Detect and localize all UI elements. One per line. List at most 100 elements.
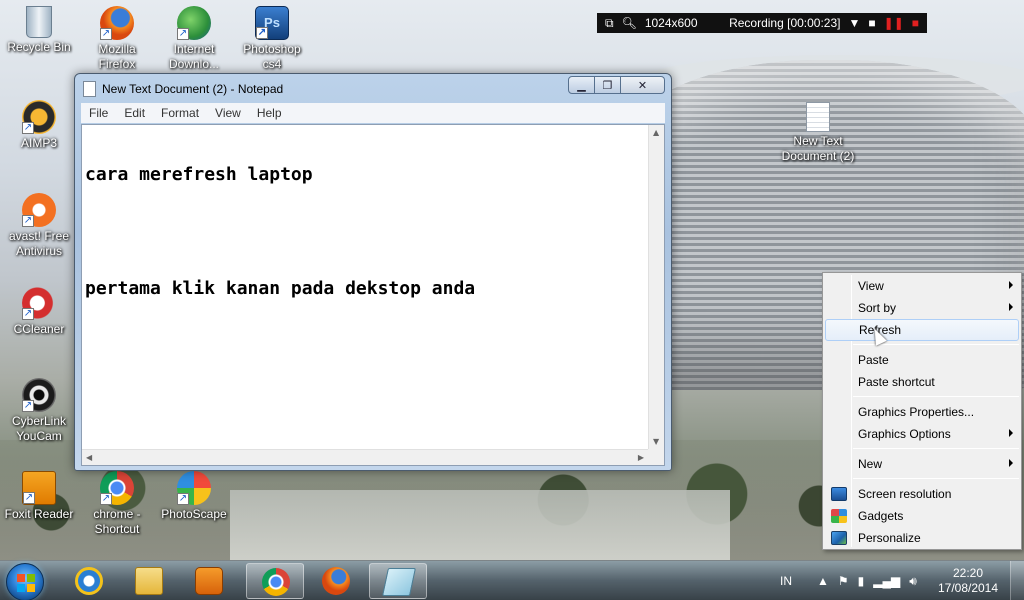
menu-format[interactable]: Format	[153, 106, 207, 120]
notepad-title: New Text Document (2) - Notepad	[102, 82, 284, 96]
menu-edit[interactable]: Edit	[116, 106, 153, 120]
close-button[interactable]: ✕	[621, 76, 665, 94]
recorder-resolution: 1024x600	[644, 16, 698, 30]
menu-item-screen-resolution[interactable]: Screen resolution	[825, 483, 1019, 505]
desktop-icon-internet-download[interactable]: ↗ Internet Downlo...	[156, 6, 232, 72]
internet-explorer-icon	[75, 567, 103, 595]
scroll-down-arrow-icon[interactable]: ▼	[653, 437, 659, 446]
text-line	[85, 222, 645, 241]
recorder-region-icon[interactable]: ⧉	[605, 16, 614, 31]
foxit-reader-icon: ↗	[22, 471, 56, 505]
menu-item-sort-by[interactable]: Sort by	[825, 297, 1019, 319]
menu-separator	[853, 478, 1019, 479]
media-player-icon	[195, 567, 223, 595]
internet-download-manager-icon: ↗	[177, 6, 211, 40]
recorder-stop-icon[interactable]: ■	[912, 16, 919, 30]
desktop-icon-aimp3[interactable]: ↗ AIMP3	[1, 100, 77, 151]
menu-item-personalize[interactable]: Personalize	[825, 527, 1019, 549]
menu-item-graphics-properties[interactable]: Graphics Properties...	[825, 401, 1019, 423]
system-tray: IN ▲ ⚑ ▮ ▂▄▆ 🔊︎	[780, 561, 917, 600]
notepad-icon	[382, 568, 416, 596]
vertical-scrollbar[interactable]: ▲ ▼	[648, 125, 664, 449]
recycle-bin-icon	[26, 6, 52, 38]
horizontal-scrollbar[interactable]: ◀ ▶	[82, 449, 648, 465]
desktop-icon-photoshop[interactable]: Ps ↗ Photoshop cs4	[234, 6, 310, 72]
firefox-icon	[322, 567, 350, 595]
taskbar-media-player[interactable]	[180, 563, 238, 599]
firefox-icon: ↗	[100, 6, 134, 40]
menu-item-new[interactable]: New	[825, 453, 1019, 475]
minimize-button[interactable]: ▁	[568, 76, 595, 94]
taskbar-firefox[interactable]	[307, 563, 365, 599]
clock-time: 22:20	[952, 566, 984, 580]
show-desktop-button[interactable]	[1010, 561, 1024, 600]
network-icon[interactable]: ▂▄▆	[873, 574, 900, 588]
notepad-window[interactable]: New Text Document (2) - Notepad ▁ ❐ ✕ Fi…	[74, 73, 672, 471]
maximize-button[interactable]: ❐	[595, 76, 621, 94]
clock-date: 17/08/2014	[937, 581, 999, 595]
taskbar-clock[interactable]: 22:20 17/08/2014	[932, 566, 1004, 596]
avast-icon: ↗	[22, 193, 56, 227]
desktop-icon-firefox[interactable]: ↗ Mozilla Firefox	[79, 6, 155, 72]
text-line: cara merefresh laptop	[85, 164, 313, 185]
recorder-zoom-icon[interactable]: 🔍︎	[622, 16, 637, 30]
desktop-icon-photoscape[interactable]: ↗ PhotoScape	[156, 471, 232, 522]
menu-help[interactable]: Help	[249, 106, 290, 120]
menu-item-graphics-options[interactable]: Graphics Options	[825, 423, 1019, 445]
scroll-up-arrow-icon[interactable]: ▲	[653, 128, 659, 137]
taskbar: IN ▲ ⚑ ▮ ▂▄▆ 🔊︎ 22:20 17/08/2014	[0, 560, 1024, 600]
menu-item-paste-shortcut[interactable]: Paste shortcut	[825, 371, 1019, 393]
desktop-icon-chrome-shortcut[interactable]: ↗ chrome - Shortcut	[79, 471, 155, 537]
ccleaner-icon: ↗	[22, 286, 56, 320]
aimp-icon: ↗	[22, 100, 56, 134]
menu-separator	[853, 448, 1019, 449]
wallpaper-plaza	[230, 490, 730, 560]
windows-logo-icon	[17, 574, 35, 592]
desktop-icon-cyberlink-youcam[interactable]: ↗ CyberLink YouCam	[1, 378, 77, 444]
text-line: pertama klik kanan pada dekstop anda	[85, 278, 476, 299]
volume-icon[interactable]: 🔊︎	[909, 574, 917, 589]
notepad-content[interactable]: cara merefresh laptop pertama klik kanan…	[85, 127, 645, 336]
recorder-camera-icon[interactable]: ■	[868, 16, 875, 30]
submenu-arrow-icon	[1009, 429, 1013, 437]
menu-item-view[interactable]: View	[825, 275, 1019, 297]
menu-file[interactable]: File	[81, 106, 116, 120]
chrome-icon: ↗	[100, 471, 134, 505]
desktop-icon-foxit-reader[interactable]: ↗ Foxit Reader	[1, 471, 77, 522]
youcam-icon: ↗	[22, 378, 56, 412]
taskbar-notepad[interactable]	[369, 563, 427, 599]
taskbar-explorer[interactable]	[120, 563, 178, 599]
menu-item-refresh[interactable]: Refresh	[825, 319, 1019, 341]
text-document-icon	[806, 102, 830, 132]
desktop-icon-new-text-document[interactable]: New Text Document (2)	[780, 102, 856, 164]
desktop-icon-recycle-bin[interactable]: Recycle Bin	[1, 6, 77, 55]
start-button[interactable]	[6, 563, 44, 600]
screen-resolution-icon	[831, 487, 847, 501]
taskbar-chrome[interactable]	[246, 563, 304, 599]
notepad-menubar: File Edit Format View Help	[81, 103, 665, 123]
action-center-flag-icon[interactable]: ⚑	[838, 574, 849, 588]
menu-item-paste[interactable]: Paste	[825, 349, 1019, 371]
photoshop-icon: Ps ↗	[255, 6, 289, 40]
desktop-icon-ccleaner[interactable]: ↗ CCleaner	[1, 286, 77, 337]
chrome-icon	[262, 568, 290, 596]
scroll-left-arrow-icon[interactable]: ◀	[86, 453, 92, 462]
resize-grip[interactable]	[648, 449, 664, 465]
show-hidden-icons-icon[interactable]: ▲	[817, 574, 829, 588]
gadgets-icon	[831, 509, 847, 523]
menu-view[interactable]: View	[207, 106, 249, 120]
desktop-context-menu: View Sort by Refresh Paste Paste shortcu…	[822, 272, 1022, 550]
submenu-arrow-icon	[1009, 459, 1013, 467]
notepad-text-area[interactable]: cara merefresh laptop pertama klik kanan…	[81, 124, 665, 466]
recorder-dropdown-icon[interactable]: ▼	[849, 16, 861, 30]
battery-icon[interactable]: ▮	[858, 574, 865, 588]
screen-recorder-toolbar: ⧉ 🔍︎ 1024x600 Recording [00:00:23] ▼ ■ ❚…	[597, 13, 927, 33]
taskbar-internet-explorer[interactable]	[60, 563, 118, 599]
language-indicator[interactable]: IN	[780, 574, 792, 588]
menu-item-gadgets[interactable]: Gadgets	[825, 505, 1019, 527]
recorder-pause-icon[interactable]: ❚❚	[884, 16, 904, 30]
desktop-icon-avast[interactable]: ↗ avast! Free Antivirus	[1, 193, 77, 259]
window-controls: ▁ ❐ ✕	[568, 76, 665, 94]
scroll-right-arrow-icon[interactable]: ▶	[638, 453, 644, 462]
notepad-titlebar[interactable]: New Text Document (2) - Notepad	[83, 79, 283, 99]
